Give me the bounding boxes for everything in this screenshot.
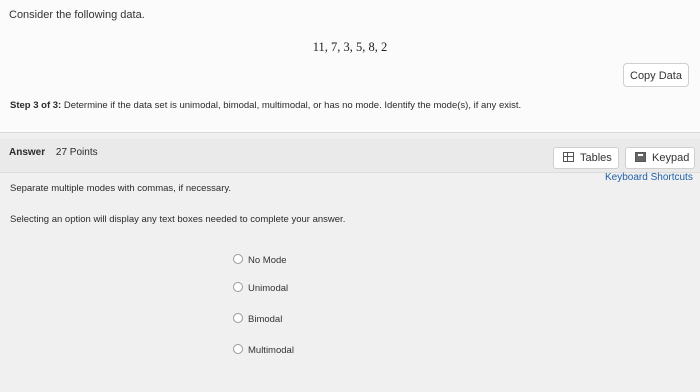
option-unimodal[interactable]: Unimodal: [233, 282, 289, 294]
radio-unchecked-icon[interactable]: [233, 254, 243, 265]
option-label: No Mode: [248, 255, 287, 266]
step-instructions: Step 3 of 3: Determine if the data set i…: [10, 100, 521, 111]
tables-button-label: Tables: [580, 152, 612, 164]
option-multimodal[interactable]: Multimodal: [233, 344, 294, 356]
option-label: Unimodal: [248, 283, 289, 294]
step-text: Determine if the data set is unimodal, b…: [63, 100, 522, 111]
step-label: Step 3 of 3:: [10, 100, 62, 111]
tables-button[interactable]: Tables: [553, 147, 619, 169]
keyboard-shortcuts-link[interactable]: Keyboard Shortcuts: [605, 172, 693, 183]
keypad-icon: [635, 152, 646, 163]
copy-data-button[interactable]: Copy Data: [623, 63, 689, 87]
keypad-button[interactable]: Keypad: [625, 147, 695, 169]
hint-separate-modes: Separate multiple modes with commas, if …: [10, 183, 232, 194]
question-intro: Consider the following data.: [9, 9, 145, 21]
radio-unchecked-icon[interactable]: [233, 313, 243, 324]
option-label: Multimodal: [248, 345, 294, 356]
dataset-values: 11, 7, 3, 5, 8, 2: [0, 40, 700, 55]
answer-header: Answer 27 Points: [9, 147, 98, 158]
option-bimodal[interactable]: Bimodal: [233, 313, 283, 325]
keypad-button-label: Keypad: [652, 152, 690, 164]
dataset-text: 11, 7, 3, 5, 8, 2: [312, 40, 388, 54]
points-label: 27 Points: [55, 147, 98, 158]
radio-unchecked-icon[interactable]: [233, 282, 243, 293]
table-icon: [563, 152, 574, 163]
option-label: Bimodal: [248, 314, 283, 325]
radio-unchecked-icon[interactable]: [233, 344, 243, 355]
hint-select-option: Selecting an option will display any tex…: [10, 214, 346, 225]
answer-label: Answer: [9, 147, 46, 158]
option-no-mode[interactable]: No Mode: [233, 254, 287, 266]
